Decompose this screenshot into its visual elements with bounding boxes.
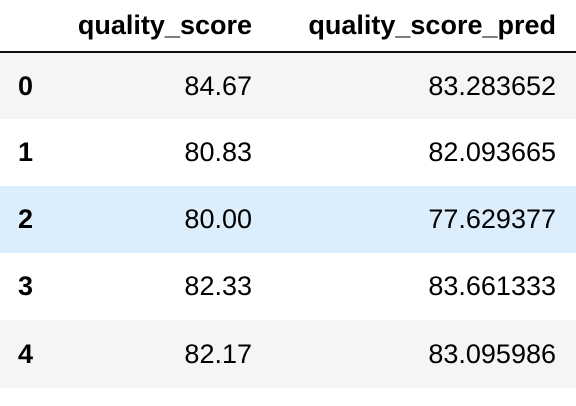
table-row-highlighted: 2 80.00 77.629377 (0, 186, 576, 253)
cell-quality-score-pred: 83.095986 (428, 338, 556, 369)
cell-quality-score-pred: 82.093665 (428, 137, 556, 167)
table-header: quality_score quality_score_pred (0, 0, 576, 53)
dataframe-table: quality_score quality_score_pred 0 84.67… (0, 0, 576, 388)
table-body: 0 84.67 83.283652 1 80.83 82.093665 2 80… (0, 52, 576, 388)
cell-quality-score-pred: 83.283652 (428, 70, 556, 101)
row-index: 1 (18, 137, 34, 167)
row-index: 3 (18, 271, 34, 301)
table-row: 0 84.67 83.283652 (0, 52, 576, 119)
cell-quality-score: 84.67 (184, 70, 252, 101)
table-row: 4 82.17 83.095986 (0, 320, 576, 388)
cell-quality-score-pred: 77.629377 (428, 204, 556, 234)
header-row: quality_score quality_score_pred (0, 0, 576, 53)
table-row: 1 80.83 82.093665 (0, 119, 576, 186)
row-index: 4 (18, 338, 34, 369)
index-column-header (0, 0, 50, 53)
cell-quality-score: 82.33 (184, 271, 252, 301)
column-header-quality-score: quality_score (50, 0, 272, 53)
cell-quality-score: 82.17 (184, 338, 252, 369)
cell-quality-score: 80.83 (184, 137, 252, 167)
column-header-quality-score-pred: quality_score_pred (272, 0, 576, 53)
row-index: 0 (18, 70, 34, 101)
dataframe-output: quality_score quality_score_pred 0 84.67… (0, 0, 576, 406)
cell-quality-score-pred: 83.661333 (428, 271, 556, 301)
row-index: 2 (18, 204, 34, 234)
cell-quality-score: 80.00 (184, 204, 252, 234)
table-row: 3 82.33 83.661333 (0, 253, 576, 320)
